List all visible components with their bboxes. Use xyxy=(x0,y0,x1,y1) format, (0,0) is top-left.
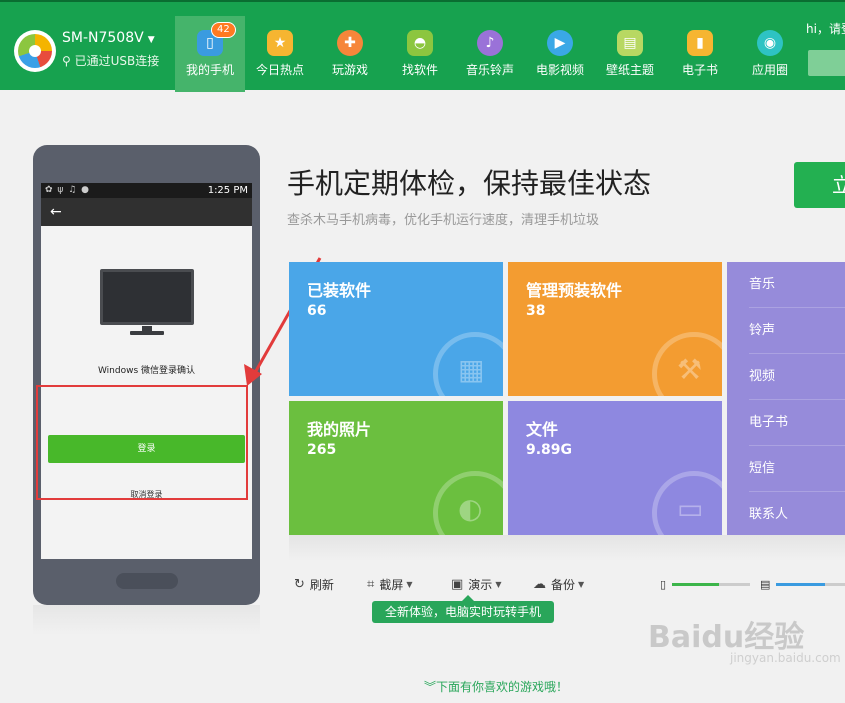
chevron-down-icon: ▼ xyxy=(495,580,502,589)
side-item-ringtone[interactable]: 铃声 xyxy=(749,308,845,354)
side-item-contacts[interactable]: 联系人 xyxy=(749,492,845,535)
page-headline: 手机定期体检，保持最佳状态 xyxy=(287,167,652,200)
tile-files[interactable]: 文件 9.89G ▭ xyxy=(508,401,722,535)
tile-title: 我的照片 xyxy=(307,420,372,439)
refresh-label: 刷新 xyxy=(309,578,334,592)
folder-icon: ▭ xyxy=(652,471,722,535)
tile-value: 66 xyxy=(307,303,327,319)
sd-storage-bar xyxy=(776,583,845,586)
tile-title: 已装软件 xyxy=(307,281,372,300)
refresh-button[interactable]: ↻ 刷新 xyxy=(294,576,334,593)
side-item-sms[interactable]: 短信 xyxy=(749,446,845,492)
phone-storage-icon: ▯ xyxy=(660,578,667,591)
page-subline: 查杀木马手机病毒，优化手机运行速度，清理手机垃圾 xyxy=(287,213,600,228)
watermark-url: jingyan.baidu.com xyxy=(730,651,841,665)
grid-icon: ▦ xyxy=(433,332,503,396)
tile-preinstalled-apps[interactable]: 管理预装软件 38 ⚒ xyxy=(508,262,722,396)
phone-storage-bar xyxy=(672,583,751,586)
media-sidebar: 音乐 铃声 视频 电子书 短信 联系人 xyxy=(727,262,845,535)
tile-installed-apps[interactable]: 已装软件 66 ▦ xyxy=(289,262,503,396)
demo-tooltip: 全新体验，电脑实时玩转手机 xyxy=(372,595,554,623)
games-hint-label: 下面有你喜欢的游戏哦！ xyxy=(436,680,569,694)
chevron-down-icon: ▼ xyxy=(406,580,413,589)
tile-reflection xyxy=(289,535,845,561)
tile-title: 文件 xyxy=(526,420,559,439)
watermark-brand: Baidu经验 xyxy=(648,620,805,655)
phone-storage-fill xyxy=(672,583,719,586)
start-check-button[interactable]: 立 xyxy=(794,162,845,208)
tile-title: 管理预装软件 xyxy=(526,281,623,300)
games-hint-link[interactable]: ︾下面有你喜欢的游戏哦！ xyxy=(424,678,568,695)
phone-storage-indicator: ▯ xyxy=(660,578,751,591)
screenshot-label: 截屏 xyxy=(379,578,404,592)
demo-button[interactable]: ▣ 演示 ▼ xyxy=(451,576,501,593)
tile-value: 9.89G xyxy=(526,442,573,458)
tile-value: 38 xyxy=(526,303,546,319)
backup-label: 备份 xyxy=(551,578,576,592)
refresh-icon: ↻ xyxy=(294,577,305,592)
side-item-ebook[interactable]: 电子书 xyxy=(749,400,845,446)
sd-card-icon: ▤ xyxy=(760,578,771,591)
sd-storage-fill xyxy=(776,583,826,586)
check-button-label: 立 xyxy=(832,173,845,197)
tile-value: 265 xyxy=(307,442,337,458)
photo-icon: ◐ xyxy=(433,471,503,535)
chevron-down-icon: ▼ xyxy=(578,580,585,589)
crop-icon: ⌗ xyxy=(367,577,375,592)
backup-button[interactable]: ☁ 备份 ▼ xyxy=(533,576,584,593)
demo-label: 演示 xyxy=(468,578,493,592)
wrench-icon: ⚒ xyxy=(652,332,722,396)
double-chevron-down-icon: ︾ xyxy=(424,680,437,694)
screenshot-button[interactable]: ⌗ 截屏 ▼ xyxy=(367,576,413,593)
side-item-music[interactable]: 音乐 xyxy=(749,262,845,308)
cloud-icon: ☁ xyxy=(533,577,546,592)
side-item-video[interactable]: 视频 xyxy=(749,354,845,400)
watermark-logo: Baidu经验 xyxy=(648,612,804,656)
tile-photos[interactable]: 我的照片 265 ◐ xyxy=(289,401,503,535)
sd-storage-indicator: ▤ xyxy=(760,578,845,591)
play-box-icon: ▣ xyxy=(451,577,464,592)
